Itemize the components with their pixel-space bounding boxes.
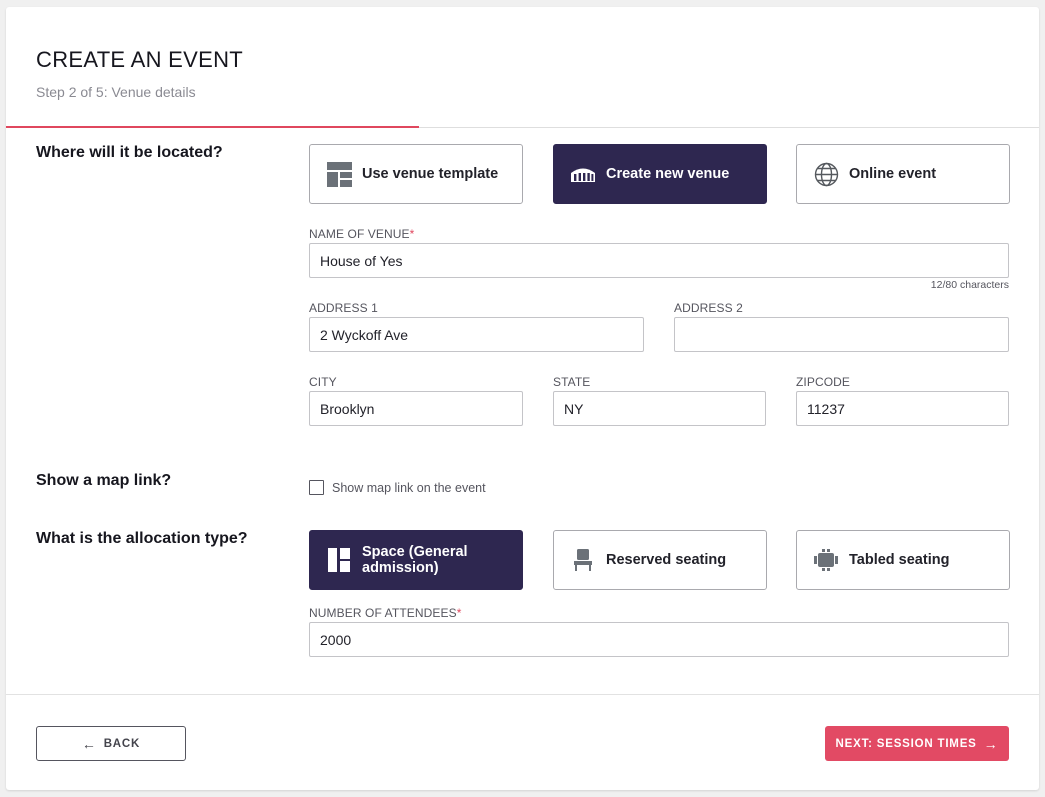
zipcode-input[interactable] — [796, 391, 1009, 426]
use-venue-template-option[interactable]: Use venue template — [309, 144, 523, 204]
zipcode-label: ZIPCODE — [796, 375, 851, 389]
attendees-input[interactable] — [309, 622, 1009, 657]
page-title: CREATE AN EVENT — [36, 47, 244, 72]
attendees-label: NUMBER OF ATTENDEES* — [309, 606, 462, 620]
city-input[interactable] — [309, 391, 523, 426]
use-venue-template-label: Use venue template — [362, 166, 499, 182]
online-event-label: Online event — [849, 166, 937, 182]
address2-input[interactable] — [674, 317, 1009, 352]
map-link-question: Show a map link? — [36, 472, 172, 489]
back-button[interactable]: ← BACK — [36, 726, 186, 761]
address1-label: ADDRESS 1 — [309, 301, 378, 315]
back-button-label: BACK — [103, 737, 141, 750]
map-link-checkbox[interactable] — [309, 480, 324, 495]
create-event-card: CREATE AN EVENT Step 2 of 5: Venue detai… — [6, 7, 1039, 790]
general-admission-label: Space (General admission) — [362, 544, 468, 576]
reserved-seating-option[interactable]: Reserved seating — [553, 530, 767, 590]
general-admission-option[interactable]: Space (General admission) — [309, 530, 523, 590]
reserved-seating-label: Reserved seating — [606, 552, 727, 568]
city-label: CITY — [309, 375, 337, 389]
progress-bar — [6, 126, 420, 128]
state-label: STATE — [553, 375, 591, 389]
general-admission-icon — [326, 547, 352, 573]
globe-icon — [813, 161, 839, 187]
next-button-label: NEXT: SESSION TIMES — [835, 737, 977, 750]
venue-name-char-counter: 12/80 characters — [930, 279, 1009, 291]
template-grid-icon — [326, 161, 352, 187]
arrow-right-icon: → — [983, 735, 999, 752]
footer-divider — [6, 694, 1039, 695]
step-subtitle: Step 2 of 5: Venue details — [36, 84, 196, 100]
table-icon — [813, 547, 839, 573]
tabled-seating-label: Tabled seating — [849, 552, 950, 568]
next-session-times-button[interactable]: NEXT: SESSION TIMES → — [825, 726, 1009, 761]
location-question: Where will it be located? — [36, 144, 223, 161]
state-input[interactable] — [553, 391, 766, 426]
map-link-checkbox-row[interactable]: Show map link on the event — [309, 480, 486, 495]
stadium-icon — [570, 161, 596, 187]
tabled-seating-option[interactable]: Tabled seating — [796, 530, 1010, 590]
address2-label: ADDRESS 2 — [674, 301, 743, 315]
seat-icon — [570, 547, 596, 573]
venue-name-label: NAME OF VENUE* — [309, 227, 415, 241]
address1-input[interactable] — [309, 317, 644, 352]
allocation-question: What is the allocation type? — [36, 530, 248, 547]
arrow-left-icon: ← — [81, 735, 97, 752]
create-new-venue-label: Create new venue — [606, 166, 730, 182]
map-link-checkbox-label: Show map link on the event — [332, 480, 486, 495]
venue-name-input[interactable] — [309, 243, 1009, 278]
online-event-option[interactable]: Online event — [796, 144, 1010, 204]
create-new-venue-option[interactable]: Create new venue — [553, 144, 767, 204]
